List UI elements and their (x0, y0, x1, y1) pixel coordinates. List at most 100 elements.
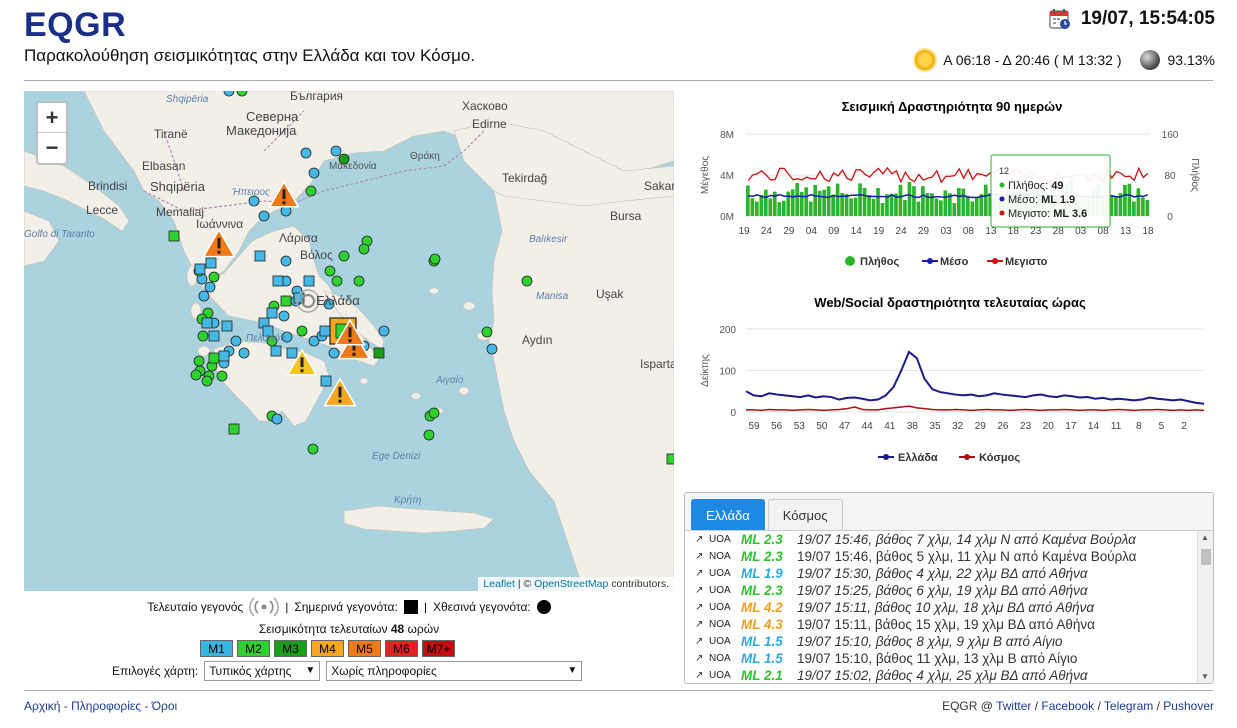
zoom-out-button[interactable]: − (38, 133, 66, 163)
earthquake-marker[interactable] (308, 167, 320, 179)
count-bar[interactable] (777, 202, 782, 216)
earthquake-marker[interactable] (193, 355, 205, 367)
count-bar[interactable] (781, 200, 786, 216)
earthquake-marker[interactable] (331, 275, 343, 287)
count-bar[interactable] (965, 195, 970, 216)
earthquake-row[interactable]: ↗ UOA ML 1.5 19/07 15:10, βάθος 8 χλμ, 9 χλ… (685, 633, 1197, 650)
count-bar[interactable] (822, 189, 826, 216)
pushover-link[interactable]: Pushover (1163, 699, 1214, 713)
earthquake-row[interactable]: ↗ UOA ML 4.2 19/07 15:11, βάθος 10 χλμ, 18 … (685, 599, 1197, 616)
count-bar[interactable] (862, 187, 867, 216)
earthquake-marker[interactable] (198, 290, 210, 302)
count-bar[interactable] (912, 186, 916, 216)
count-bar[interactable] (853, 197, 858, 216)
leaflet-link[interactable]: Leaflet (483, 578, 515, 590)
footer-home-link[interactable]: Αρχική (24, 699, 60, 713)
earthquake-marker[interactable] (190, 369, 202, 381)
external-link-icon[interactable]: ↗ (695, 653, 709, 664)
facebook-link[interactable]: Facebook (1041, 699, 1094, 713)
earthquake-marker[interactable] (258, 210, 270, 222)
earthquake-marker[interactable] (238, 347, 250, 359)
count-bar[interactable] (844, 193, 849, 216)
osm-link[interactable]: OpenStreetMap (534, 578, 608, 590)
earthquake-marker[interactable] (338, 250, 350, 262)
earthquake-marker[interactable] (328, 347, 340, 359)
earthquake-marker[interactable] (254, 250, 266, 262)
chart-legend-item[interactable]: Ελλάδα (878, 452, 938, 464)
external-link-icon[interactable]: ↗ (695, 568, 709, 579)
earthquake-list[interactable]: ↗ UOA ML 2.3 19/07 15:46, βάθος 7 χλμ, 14 χ… (685, 531, 1197, 683)
earthquake-marker[interactable] (230, 335, 242, 347)
count-bar[interactable] (916, 201, 921, 216)
count-bar[interactable] (786, 191, 791, 216)
earthquake-marker[interactable] (280, 205, 292, 217)
earthquake-row[interactable]: ↗ NOA ML 1.5 19/07 15:10, βάθος 11 χλμ, 13 … (685, 650, 1197, 667)
earthquake-marker[interactable] (429, 253, 441, 265)
earthquake-marker[interactable] (208, 271, 220, 283)
earthquake-marker[interactable] (201, 375, 213, 387)
earthquake-marker[interactable] (305, 185, 317, 197)
earthquake-marker[interactable] (303, 275, 315, 287)
external-link-icon[interactable]: ↗ (695, 551, 709, 562)
earthquake-marker[interactable] (205, 257, 217, 269)
count-bar[interactable] (804, 187, 809, 216)
earthquake-marker[interactable] (228, 423, 240, 435)
earthquake-marker[interactable] (221, 320, 233, 332)
count-bar[interactable] (889, 193, 894, 216)
external-link-icon[interactable]: ↗ (695, 534, 709, 545)
earthquake-marker[interactable] (266, 307, 278, 319)
count-bar[interactable] (867, 195, 871, 216)
count-bar[interactable] (1136, 188, 1141, 216)
seismic-map[interactable]: Shqipëria България Хасково Edirne Tiranë… (24, 91, 674, 591)
count-bar[interactable] (746, 185, 750, 216)
count-bar[interactable] (1123, 185, 1127, 216)
site-logo[interactable]: EQGR (24, 6, 126, 45)
earthquake-marker[interactable] (271, 413, 283, 425)
earthquake-row[interactable]: ↗ NOA ML 2.3 19/07 15:46, βάθος 5 χλμ, 11 χ… (685, 548, 1197, 565)
earthquake-marker[interactable] (296, 325, 308, 337)
count-bar[interactable] (921, 186, 925, 216)
telegram-link[interactable]: Telegram (1104, 699, 1153, 713)
count-bar[interactable] (835, 183, 840, 216)
count-bar[interactable] (858, 183, 862, 216)
earthquake-marker[interactable] (272, 275, 284, 287)
count-bar[interactable] (849, 198, 853, 216)
earthquake-marker[interactable] (330, 145, 342, 157)
chart-legend-item[interactable]: Μέσο (922, 256, 969, 268)
external-link-icon[interactable]: ↗ (695, 636, 709, 647)
map-type-select[interactable]: Τυπικός χάρτης ▼ (204, 661, 321, 681)
earthquake-marker[interactable] (423, 429, 435, 441)
twitter-link[interactable]: Twitter (996, 699, 1031, 713)
earthquake-marker[interactable] (324, 265, 336, 277)
earthquake-marker[interactable] (373, 347, 385, 359)
count-bar[interactable] (1127, 183, 1132, 216)
count-bar[interactable] (898, 184, 903, 216)
footer-info-link[interactable]: Πληροφορίες (71, 699, 141, 713)
chart-legend-item[interactable]: Κόσμος (959, 452, 1020, 464)
chart-legend-item[interactable]: Πλήθος (845, 256, 899, 268)
count-bar[interactable] (934, 198, 939, 216)
external-link-icon[interactable]: ↗ (695, 619, 709, 630)
count-bar[interactable] (939, 200, 943, 216)
external-link-icon[interactable]: ↗ (695, 670, 709, 681)
tab-world[interactable]: Κόσμος (767, 499, 843, 530)
earthquake-row[interactable]: ↗ UOA ML 2.1 19/07 15:02, βάθος 4 χλμ, 25 χ… (685, 667, 1197, 683)
list-scrollbar[interactable]: ▲ ▼ (1197, 531, 1213, 683)
earthquake-marker[interactable] (481, 326, 493, 338)
earthquake-marker[interactable] (521, 275, 533, 287)
count-bar[interactable] (956, 188, 961, 216)
count-bar[interactable] (817, 190, 822, 216)
footer-terms-link[interactable]: Όροι (152, 699, 177, 713)
earthquake-marker[interactable] (280, 255, 292, 267)
count-bar[interactable] (750, 198, 755, 216)
external-link-icon[interactable]: ↗ (695, 602, 709, 613)
earthquake-row[interactable]: ↗ UOA ML 1.9 19/07 15:30, βάθος 4 χλμ, 22 χ… (685, 565, 1197, 582)
earthquake-marker[interactable] (194, 263, 206, 275)
earthquake-marker[interactable] (208, 352, 220, 364)
earthquake-marker[interactable] (204, 281, 216, 293)
count-bar[interactable] (813, 185, 818, 216)
count-bar[interactable] (983, 184, 988, 216)
earthquake-marker[interactable] (218, 350, 230, 362)
earthquake-marker[interactable] (280, 295, 292, 307)
earthquake-marker[interactable] (168, 230, 180, 242)
